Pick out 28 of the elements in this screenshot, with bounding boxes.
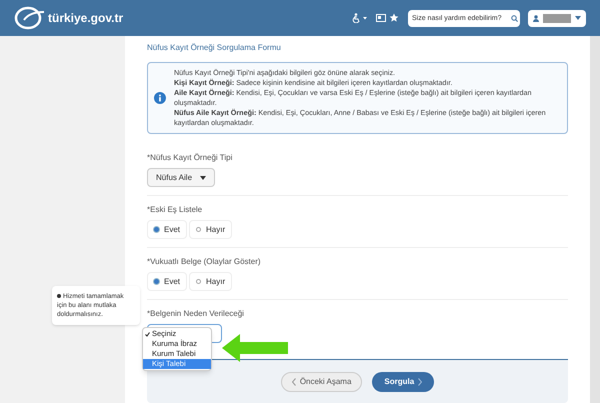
user-menu-button[interactable] [528, 10, 586, 26]
check-icon [145, 332, 150, 336]
logo-icon [14, 6, 46, 30]
field-label: *Eski Eş Listele [147, 204, 202, 216]
chevron-left-icon [292, 378, 296, 386]
arrow-icon [222, 334, 288, 362]
field-label: *Vukuatlı Belge (Olaylar Göster) [147, 256, 261, 268]
accessibility-icon[interactable] [352, 13, 368, 23]
search-icon [510, 14, 518, 22]
caret-icon [200, 176, 206, 180]
form-title: Nüfus Kayıt Örneği Sorgulama Formu [147, 42, 281, 54]
radio-option[interactable]: Evet [147, 220, 188, 239]
info-icon [154, 91, 166, 105]
field-label: *Belgenin Neden Verileceği [147, 308, 244, 320]
radio-option[interactable]: Evet [147, 272, 188, 291]
user-icon [533, 14, 539, 22]
caret-icon [575, 16, 581, 20]
previous-step-button[interactable]: Önceki Aşama [280, 372, 362, 392]
site-logo[interactable]: türkiye.gov.tr [48, 9, 124, 27]
radio-option[interactable]: Hayır [189, 272, 232, 291]
field-label: *Nüfus Kayıt Örneği Tipi [147, 152, 232, 164]
chevron-right-icon [418, 378, 422, 386]
id-card-icon[interactable] [376, 13, 400, 23]
query-button[interactable]: Sorgula [372, 372, 434, 392]
radio-option[interactable]: Hayır [189, 220, 232, 239]
type-select[interactable]: Nüfus Aile [147, 168, 216, 187]
redacted-name [543, 14, 571, 22]
search-button[interactable] [508, 10, 520, 26]
